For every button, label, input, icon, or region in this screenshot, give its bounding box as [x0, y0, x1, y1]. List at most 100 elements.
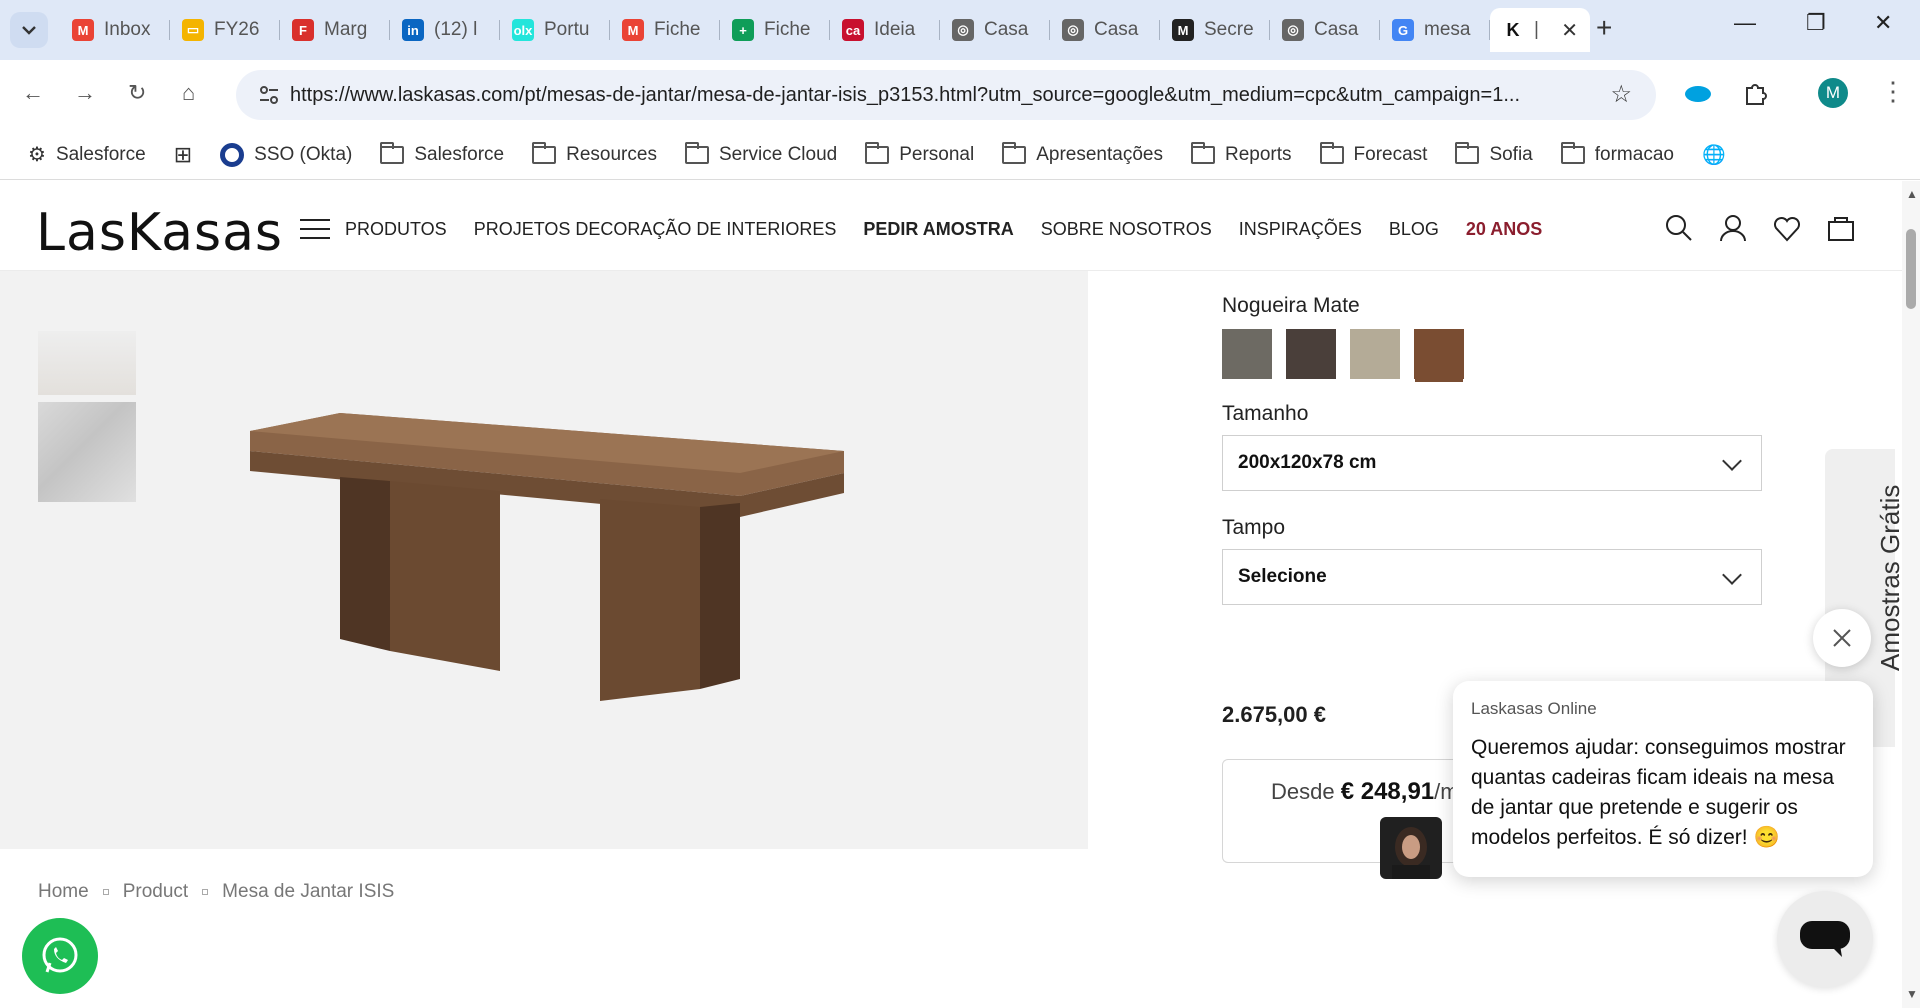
chat-message: Queremos ajudar: conseguimos mostrar qua… [1471, 736, 1846, 849]
nav-item[interactable]: INSPIRAÇÕES [1239, 219, 1362, 240]
tab-title: FY26 [214, 19, 260, 40]
finish-swatch[interactable] [1286, 329, 1336, 379]
size-value: 200x120x78 cm [1238, 452, 1377, 473]
forward-button[interactable]: → [74, 80, 96, 106]
bookmark-label: Reports [1224, 143, 1292, 165]
finish-swatch[interactable] [1350, 329, 1400, 379]
browser-tab[interactable]: ◎ Casa [1270, 8, 1380, 52]
tab-title: Fiche [764, 19, 811, 40]
m-icon: M [1172, 19, 1194, 41]
agent-photo [1392, 827, 1430, 879]
browser-tab[interactable]: M Inbox [60, 8, 170, 52]
extensions-icon[interactable] [1742, 80, 1768, 106]
free-samples-label: Amostras Grátis [1875, 484, 1902, 671]
reload-button[interactable]: ↻ [128, 80, 146, 106]
nav-item[interactable]: BLOG [1389, 219, 1439, 240]
tab-title: Fiche [654, 19, 701, 40]
restore-button[interactable]: ❐ [1806, 10, 1826, 36]
thumbnail-image[interactable] [38, 331, 136, 395]
browser-tab[interactable]: ◎ Casa [940, 8, 1050, 52]
tab-search-button[interactable] [10, 12, 48, 48]
bookmark-item[interactable]: Salesforce [380, 141, 504, 166]
search-icon[interactable] [1664, 213, 1694, 243]
chat-close-button[interactable] [1813, 609, 1871, 667]
back-button[interactable]: ← [22, 80, 44, 106]
breadcrumb-product[interactable]: Product [123, 881, 188, 903]
browser-tab[interactable]: Gmesa [1380, 8, 1490, 52]
new-tab-button[interactable]: + [1596, 12, 1612, 44]
nav-item[interactable]: 20 ANOS [1466, 219, 1542, 240]
home-button[interactable]: ⌂ [182, 80, 195, 106]
scroll-down-icon[interactable]: ▼ [1906, 987, 1918, 1001]
bookmark-item[interactable]: Personal [865, 141, 974, 166]
chat-bubble[interactable]: Laskasas Online Queremos ajudar: consegu… [1453, 681, 1873, 877]
browser-tab[interactable]: in (12) l [390, 8, 500, 52]
folder-icon [532, 141, 557, 164]
minimize-button[interactable]: — [1734, 10, 1756, 36]
folder-icon [1319, 141, 1344, 164]
bookmark-item[interactable]: Resources [532, 141, 657, 166]
profile-avatar[interactable]: M [1818, 78, 1848, 108]
swatch-list [1222, 329, 1478, 384]
salesforce-extension-icon[interactable] [1684, 84, 1712, 104]
browser-tab-active[interactable]: K | ✕ [1490, 8, 1590, 52]
browser-tab[interactable]: M Secre [1160, 8, 1270, 52]
bookmark-item[interactable]: formacao [1560, 141, 1674, 166]
browser-tab[interactable]: olx Portu [500, 8, 610, 52]
bookmark-item[interactable]: ⚙ Salesforce [28, 142, 146, 167]
bookmark-item[interactable]: SSO (Okta) [220, 142, 352, 167]
browser-tab[interactable]: M Fiche [610, 8, 720, 52]
chevron-down-icon [1722, 451, 1742, 471]
slides-icon: ▭ [182, 19, 204, 41]
heart-icon[interactable] [1772, 213, 1802, 243]
bookmarks-bar: ⚙ Salesforce ⊞ SSO (Okta) Salesforce Resource… [0, 130, 1920, 180]
bookmark-item[interactable]: Forecast [1319, 141, 1428, 166]
browser-tab[interactable]: ▭ FY26 [170, 8, 280, 52]
cart-icon[interactable] [1826, 213, 1856, 243]
bookmark-item[interactable]: ⊞ [174, 142, 192, 168]
chat-icon [1800, 921, 1850, 957]
page-scrollbar[interactable]: ▲ ▼ [1902, 181, 1920, 1008]
url-text[interactable]: https://www.laskasas.com/pt/mesas-de-jan… [290, 84, 1590, 107]
finish-swatch[interactable] [1222, 329, 1272, 379]
close-tab-icon[interactable]: ✕ [1561, 18, 1578, 43]
nav-item[interactable]: PRODUTOS [345, 219, 447, 240]
whatsapp-button[interactable] [22, 918, 98, 994]
browser-tab[interactable]: ca Ideia [830, 8, 940, 52]
menu-kebab-icon[interactable]: ⋮ [1880, 76, 1906, 107]
globe-icon[interactable]: 🌐 [1702, 143, 1726, 167]
top-label: Tampo [1222, 516, 1286, 539]
bookmark-star-icon[interactable]: ☆ [1610, 80, 1632, 109]
finish-swatch[interactable] [1414, 329, 1464, 379]
bookmark-item[interactable]: Sofia [1455, 141, 1533, 166]
scroll-up-icon[interactable]: ▲ [1906, 187, 1918, 201]
breadcrumb-home[interactable]: Home [38, 881, 89, 903]
omnibox[interactable]: https://www.laskasas.com/pt/mesas-de-jan… [236, 70, 1656, 120]
google-icon: G [1392, 19, 1414, 41]
site-logo[interactable]: LasKasas [36, 203, 283, 263]
close-window-button[interactable]: ✕ [1874, 10, 1892, 36]
site-info-icon[interactable] [256, 82, 282, 108]
nav-item[interactable]: PEDIR AMOSTRA [863, 219, 1013, 240]
bookmark-item[interactable]: Apresentações [1002, 141, 1163, 166]
browser-tab[interactable]: ◎ Casa [1050, 8, 1160, 52]
size-select[interactable]: 200x120x78 cm [1222, 435, 1762, 491]
top-value: Selecione [1238, 566, 1327, 587]
browser-tab[interactable]: + Fiche [720, 8, 830, 52]
account-icon[interactable] [1718, 213, 1748, 243]
bookmark-item[interactable]: Service Cloud [684, 141, 838, 166]
chevron-down-icon [1722, 565, 1742, 585]
chat-launcher-button[interactable] [1777, 891, 1873, 987]
menu-hamburger-icon[interactable] [300, 219, 330, 239]
nav-item[interactable]: SOBRE NOSOTROS [1041, 219, 1212, 240]
nav-item[interactable]: PROJETOS DECORAÇÃO DE INTERIORES [474, 219, 837, 240]
bookmark-item[interactable]: Reports [1190, 141, 1292, 166]
scrollbar-thumb[interactable] [1906, 229, 1916, 309]
top-select[interactable]: Selecione [1222, 549, 1762, 605]
browser-tab[interactable]: F Marg [280, 8, 390, 52]
f-icon: F [292, 19, 314, 41]
thumbnail-image[interactable] [38, 402, 136, 502]
bookmark-label: Forecast [1353, 143, 1428, 165]
tab-title: Inbox [104, 19, 151, 40]
bookmark-label: Service Cloud [718, 143, 838, 165]
